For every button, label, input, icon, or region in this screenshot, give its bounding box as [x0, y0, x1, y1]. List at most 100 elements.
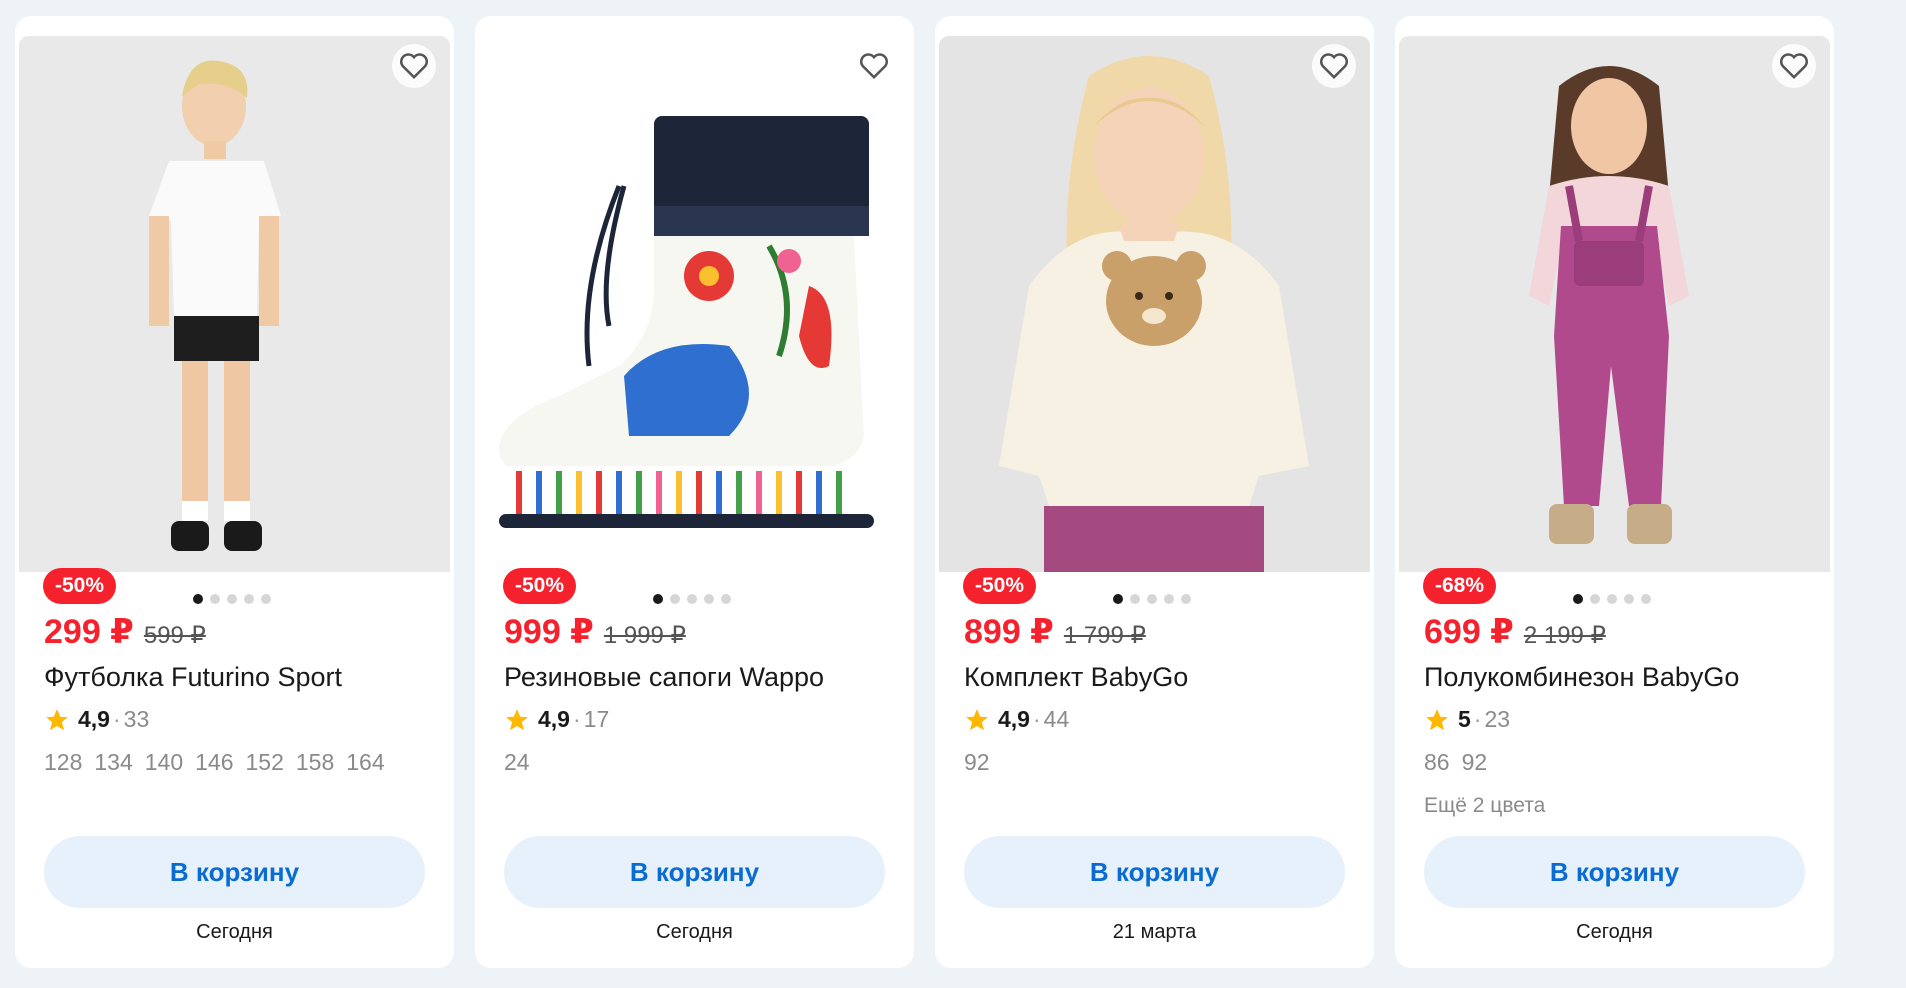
rating: 4,9 · 17	[504, 706, 609, 733]
product-title[interactable]: Комплект BabyGo	[964, 662, 1188, 693]
photo-pagination[interactable]	[1113, 594, 1191, 604]
pagination-dot[interactable]	[1607, 594, 1617, 604]
photo-pagination[interactable]	[193, 594, 271, 604]
size-list: 86 92	[1424, 749, 1487, 776]
product-title[interactable]: Полукомбинезон BabyGo	[1424, 662, 1739, 693]
rating: 5 · 23	[1424, 706, 1510, 733]
pagination-dot[interactable]	[227, 594, 237, 604]
add-to-cart-button[interactable]: В корзину	[44, 836, 425, 908]
product-photo[interactable]	[939, 36, 1370, 572]
size-list: 128 134 140 146 152 158 164	[44, 749, 385, 776]
pagination-dot[interactable]	[193, 594, 203, 604]
size-item: 24	[504, 749, 530, 775]
size-list: 24	[504, 749, 530, 776]
more-colors-link[interactable]: Ещё 2 цвета	[1424, 794, 1545, 818]
product-title[interactable]: Резиновые сапоги Wappo	[504, 662, 824, 693]
pagination-dot[interactable]	[210, 594, 220, 604]
rating-separator: ·	[572, 706, 581, 732]
product-card[interactable]: -50% 899 ₽ 1 799 ₽ Комплект BabyGo 4,9 ·…	[935, 16, 1374, 968]
rating-separator: ·	[1032, 706, 1041, 732]
pagination-dot[interactable]	[1164, 594, 1174, 604]
pagination-dot[interactable]	[704, 594, 714, 604]
favorite-heart-icon[interactable]	[1772, 44, 1816, 88]
delivery-date: Сегодня	[1576, 921, 1653, 943]
discount-badge: -50%	[43, 568, 117, 604]
current-price: 899 ₽	[964, 613, 1054, 651]
star-icon	[44, 707, 70, 733]
review-count: 33	[123, 706, 150, 732]
star-icon	[504, 707, 530, 733]
product-card[interactable]: -50% 999 ₽ 1 999 ₽ Резиновые сапоги Wapp…	[475, 16, 914, 968]
pagination-dot[interactable]	[261, 594, 271, 604]
current-price: 699 ₽	[1424, 613, 1514, 651]
pagination-dot[interactable]	[1181, 594, 1191, 604]
size-item: 152	[245, 749, 284, 775]
old-price: 2 199 ₽	[1523, 622, 1606, 649]
add-to-cart-button[interactable]: В корзину	[504, 836, 885, 908]
delivery-date: Сегодня	[656, 921, 733, 943]
size-item: 128	[44, 749, 83, 775]
price-block: 299 ₽ 599 ₽	[44, 612, 206, 652]
rating-separator: ·	[112, 706, 121, 732]
product-photo[interactable]	[19, 36, 450, 572]
pagination-dot[interactable]	[1147, 594, 1157, 604]
price-block: 899 ₽ 1 799 ₽	[964, 612, 1146, 652]
pagination-dot[interactable]	[1641, 594, 1651, 604]
discount-badge: -68%	[1423, 568, 1497, 604]
size-item: 134	[94, 749, 133, 775]
photo-pagination[interactable]	[1573, 594, 1651, 604]
size-item: 164	[346, 749, 385, 775]
size-item: 86	[1424, 749, 1450, 775]
pagination-dot[interactable]	[687, 594, 697, 604]
size-list: 92	[964, 749, 990, 776]
product-card[interactable]: -68% 699 ₽ 2 199 ₽ Полукомбинезон BabyGo…	[1395, 16, 1834, 968]
star-icon	[964, 707, 990, 733]
rating: 4,9 · 44	[964, 706, 1069, 733]
rating-separator: ·	[1473, 706, 1482, 732]
pagination-dot[interactable]	[1590, 594, 1600, 604]
star-icon	[1424, 707, 1450, 733]
old-price: 1 799 ₽	[1063, 622, 1146, 649]
pagination-dot[interactable]	[244, 594, 254, 604]
rating-value: 5	[1458, 706, 1471, 732]
rating-value: 4,9	[78, 706, 110, 732]
favorite-heart-icon[interactable]	[1312, 44, 1356, 88]
size-item: 146	[195, 749, 234, 775]
product-grid: -50% 299 ₽ 599 ₽ Футболка Futurino Sport…	[15, 16, 1834, 968]
add-to-cart-button[interactable]: В корзину	[1424, 836, 1805, 908]
photo-pagination[interactable]	[653, 594, 731, 604]
pagination-dot[interactable]	[1113, 594, 1123, 604]
product-title[interactable]: Футболка Futurino Sport	[44, 662, 342, 693]
rating: 4,9 · 33	[44, 706, 149, 733]
old-price: 1 999 ₽	[603, 622, 686, 649]
discount-badge: -50%	[503, 568, 577, 604]
add-to-cart-button[interactable]: В корзину	[964, 836, 1345, 908]
size-item: 158	[295, 749, 335, 775]
pagination-dot[interactable]	[1624, 594, 1634, 604]
price-block: 999 ₽ 1 999 ₽	[504, 612, 686, 652]
old-price: 599 ₽	[143, 622, 206, 649]
size-item: 140	[144, 749, 184, 775]
product-photo[interactable]	[479, 36, 910, 572]
size-item: 92	[964, 749, 990, 775]
favorite-heart-icon[interactable]	[392, 44, 436, 88]
delivery-date: 21 марта	[1112, 921, 1197, 943]
pagination-dot[interactable]	[653, 594, 663, 604]
rating-value: 4,9	[998, 706, 1030, 732]
review-count: 23	[1484, 706, 1511, 732]
pagination-dot[interactable]	[670, 594, 680, 604]
product-card[interactable]: -50% 299 ₽ 599 ₽ Футболка Futurino Sport…	[15, 16, 454, 968]
current-price: 299 ₽	[44, 613, 134, 651]
size-item: 92	[1461, 749, 1488, 775]
discount-badge: -50%	[963, 568, 1037, 604]
favorite-heart-icon[interactable]	[852, 44, 896, 88]
pagination-dot[interactable]	[1130, 594, 1140, 604]
review-count: 17	[583, 706, 610, 732]
current-price: 999 ₽	[504, 613, 594, 651]
product-photo[interactable]	[1399, 36, 1830, 572]
delivery-date: Сегодня	[196, 921, 273, 943]
pagination-dot[interactable]	[1573, 594, 1583, 604]
review-count: 44	[1043, 706, 1070, 732]
pagination-dot[interactable]	[721, 594, 731, 604]
price-block: 699 ₽ 2 199 ₽	[1424, 612, 1606, 652]
